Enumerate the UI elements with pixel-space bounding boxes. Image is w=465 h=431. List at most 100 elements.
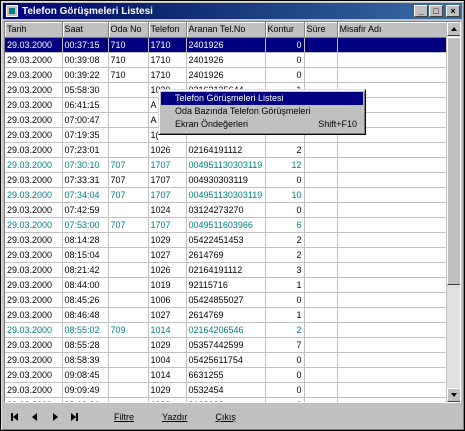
cell-aranan: 2614769: [186, 247, 266, 263]
cell-aranan: 02164191112: [186, 262, 266, 278]
column-header[interactable]: Kontur: [265, 22, 305, 38]
column-header[interactable]: Süre: [304, 22, 338, 38]
table-row[interactable]: 29.03.2000 00:39:22 710 1710 2401926 0: [5, 67, 449, 83]
cell-oda: [108, 352, 149, 368]
column-header[interactable]: Aranan Tel.No: [186, 22, 266, 38]
exit-button[interactable]: Çıkış: [201, 412, 250, 422]
title-bar[interactable]: Telefon Görüşmeleri Listesi _ □ ×: [3, 3, 462, 19]
prev-record-icon[interactable]: [26, 409, 44, 425]
table-row[interactable]: 29.03.2000 09:09:49 1029 0532454 0: [5, 382, 449, 398]
table-row[interactable]: 29.03.2000 08:44:00 1019 92115716 1: [5, 277, 449, 293]
cell-telefon: 1004: [148, 352, 187, 368]
table-row[interactable]: 29.03.2000 09:08:45 1014 6631255 0: [5, 367, 449, 383]
cell-kontur: 0: [265, 172, 305, 188]
cell-kontur: 10: [265, 187, 305, 203]
table-row[interactable]: 29.03.200009:10:21 102921286030: [5, 397, 449, 402]
table-row[interactable]: 29.03.2000 08:14:28 1029 05422451453 2: [5, 232, 449, 248]
cell-saat: 08:44:00: [62, 277, 109, 293]
cell-telefon: 1029: [148, 397, 187, 402]
filter-button[interactable]: Filtre: [100, 412, 148, 422]
cell-telefon: 1029: [148, 337, 187, 353]
context-menu: Telefon Görüşmeleri Listesi Oda Bazında T…: [158, 89, 366, 135]
cell-telefon: 1710: [148, 67, 187, 83]
cell-saat: 09:08:45: [62, 367, 109, 383]
column-header[interactable]: Misafir Adı: [337, 22, 449, 38]
cell-aranan: 2401926: [186, 67, 266, 83]
table-row[interactable]: 29.03.2000 08:55:28 1029 05357442599 7: [5, 337, 449, 353]
table-row[interactable]: 29.03.2000 07:53:00 707 1707 0049511603966 6: [5, 217, 449, 233]
cell-kontur: 0: [265, 52, 305, 68]
cell-oda: [108, 337, 149, 353]
table-row[interactable]: 29.03.2000 07:30:10 707 1707 004951130303119…: [5, 157, 449, 173]
vertical-scrollbar[interactable]: [446, 22, 460, 402]
menu-item-label: Oda Bazında Telefon Görüşmeleri: [175, 106, 311, 116]
context-menu-item[interactable]: Telefon Görüşmeleri Listesi: [161, 92, 363, 105]
cell-misafir: [337, 262, 449, 278]
cell-oda: [108, 307, 149, 323]
cell-tarih: 29.03.2000: [5, 352, 63, 368]
cell-oda: [108, 397, 149, 402]
cell-sure: [304, 367, 338, 383]
scroll-up-button[interactable]: [447, 22, 460, 36]
cell-misafir: [337, 277, 449, 293]
table-row[interactable]: 29.03.2000 08:21:42 1026 02164191112 3: [5, 262, 449, 278]
table-row[interactable]: 29.03.2000 08:46:48 1027 2614769 1: [5, 307, 449, 323]
table-row[interactable]: 29.03.2000 08:58:39 1004 05425611754 0: [5, 352, 449, 368]
next-record-icon[interactable]: [46, 409, 64, 425]
cell-saat: 09:10:21: [62, 397, 109, 402]
cell-kontur: 2: [265, 322, 305, 338]
close-button[interactable]: ×: [446, 5, 460, 17]
table-row[interactable]: 29.03.2000 07:33:31 707 1707 004930303119 0: [5, 172, 449, 188]
column-header[interactable]: Oda No: [108, 22, 149, 38]
cell-saat: 07:30:10: [62, 157, 109, 173]
cell-telefon: 1027: [148, 247, 187, 263]
cell-oda: [108, 127, 149, 143]
context-menu-item[interactable]: Oda Bazında Telefon Görüşmeleri: [161, 105, 363, 118]
cell-tarih: 29.03.2000: [5, 232, 63, 248]
cell-saat: 08:45:26: [62, 292, 109, 308]
cell-sure: [304, 217, 338, 233]
cell-telefon: 1710: [148, 52, 187, 68]
table-row[interactable]: 29.03.2000 07:34:04 707 1707 004951130303119…: [5, 187, 449, 203]
cell-sure: [304, 397, 338, 402]
app-icon[interactable]: [6, 5, 18, 17]
cell-saat: 00:37:15: [62, 37, 109, 53]
cell-misafir: [337, 52, 449, 68]
table-row[interactable]: 29.03.2000 00:39:08 710 1710 2401926 0: [5, 52, 449, 68]
table-row[interactable]: 29.03.2000 07:42:59 1024 03124273270 0: [5, 202, 449, 218]
table-row[interactable]: 29.03.2000 08:15:04 1027 2614769 2: [5, 247, 449, 263]
cell-telefon: 1014: [148, 367, 187, 383]
table-row[interactable]: 29.03.2000 07:23:01 1026 02164191112 2: [5, 142, 449, 158]
table-row[interactable]: 29.03.2000 00:37:15 710 1710 2401926 0: [5, 37, 449, 53]
table-row[interactable]: 29.03.2000 08:45:26 1006 05424855027 0: [5, 292, 449, 308]
column-header[interactable]: Telefon: [148, 22, 187, 38]
scroll-down-button[interactable]: [447, 388, 460, 402]
cell-saat: 08:46:48: [62, 307, 109, 323]
cell-saat: 07:34:04: [62, 187, 109, 203]
cell-oda: 710: [108, 67, 149, 83]
calls-grid[interactable]: Tarih Saat Oda No Telefon Aranan Tel.No Kontu…: [4, 21, 461, 403]
column-header[interactable]: Tarih: [5, 22, 63, 38]
cell-misafir: [337, 337, 449, 353]
scroll-thumb[interactable]: [447, 37, 460, 285]
cell-misafir: [337, 232, 449, 248]
bottom-toolbar: Filtre Yazdır Çıkış: [4, 405, 461, 428]
first-record-icon[interactable]: [6, 409, 24, 425]
cell-sure: [304, 202, 338, 218]
print-button[interactable]: Yazdır: [148, 412, 201, 422]
cell-aranan: 02164191112: [186, 142, 266, 158]
cell-kontur: 0: [265, 352, 305, 368]
table-row[interactable]: 29.03.2000 08:55:02 709 1014 02164206546 2: [5, 322, 449, 338]
cell-aranan: 05425611754: [186, 352, 266, 368]
context-menu-item[interactable]: Ekran Öndeğerleri Shift+F10: [161, 118, 363, 131]
cell-oda: [108, 367, 149, 383]
cell-aranan: 2401926: [186, 52, 266, 68]
cell-saat: 05:58:30: [62, 82, 109, 98]
minimize-button[interactable]: _: [414, 5, 428, 17]
column-header[interactable]: Saat: [62, 22, 109, 38]
cell-tarih: 29.03.2000: [5, 262, 63, 278]
maximize-button[interactable]: □: [429, 5, 443, 17]
cell-misafir: [337, 37, 449, 53]
cell-kontur: 0: [265, 67, 305, 83]
last-record-icon[interactable]: [66, 409, 84, 425]
